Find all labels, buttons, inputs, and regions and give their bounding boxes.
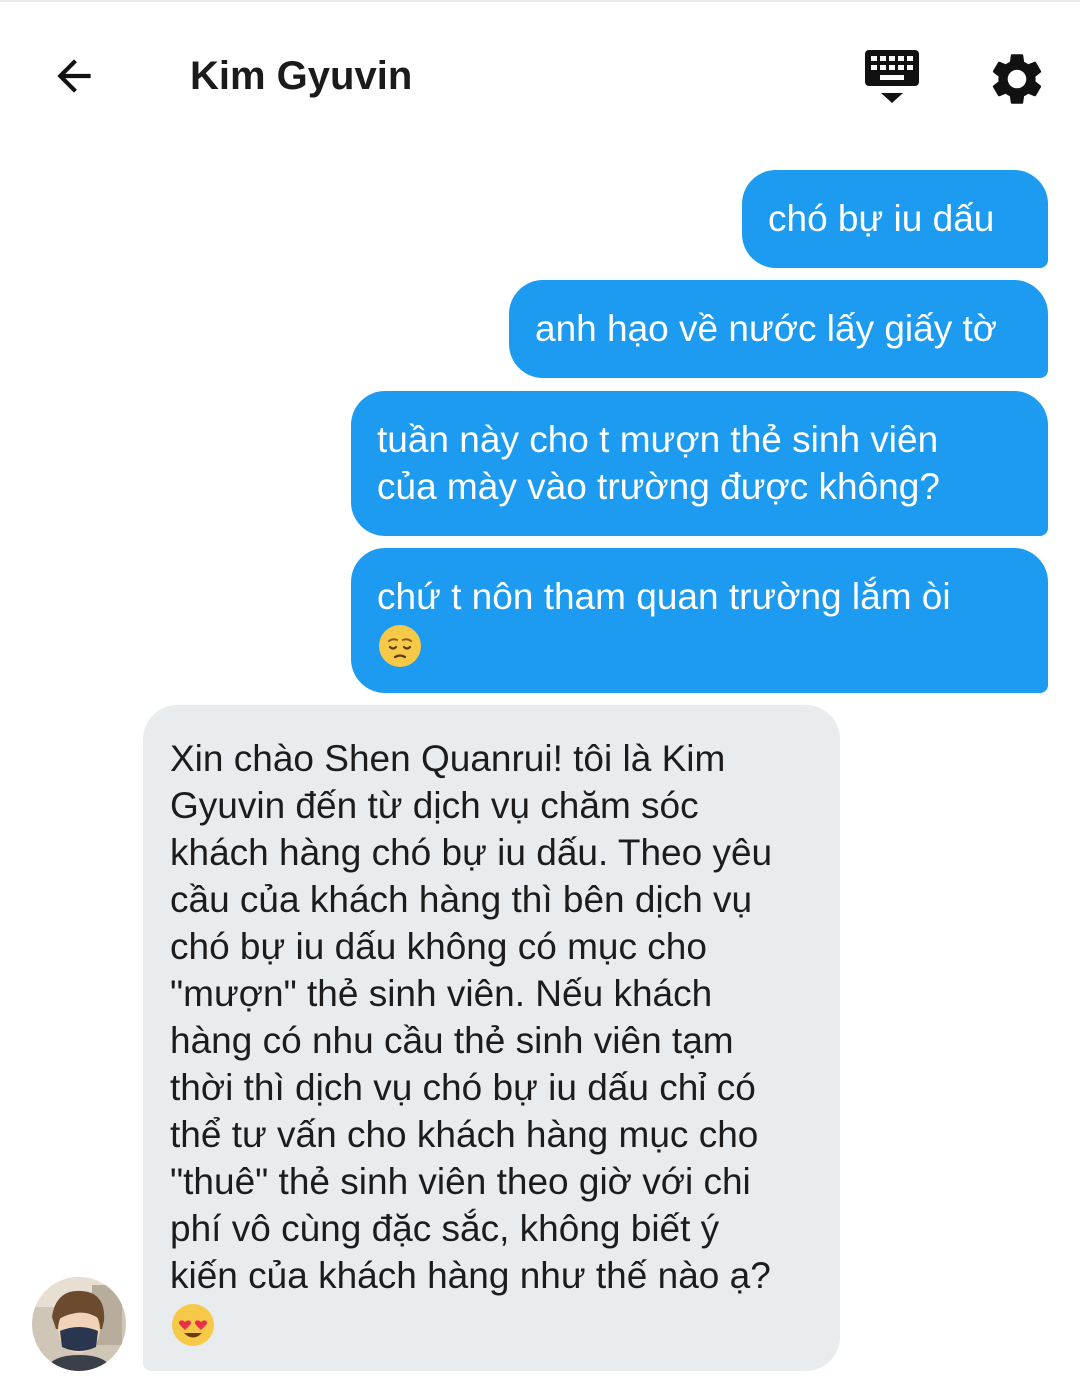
message-text-line: chó bự iu dấu không có mục cho <box>170 926 707 967</box>
avatar[interactable] <box>32 1277 126 1371</box>
message-text-line: của mày vào trường được không? <box>377 466 940 507</box>
settings-button[interactable] <box>986 48 1048 110</box>
keyboard-toggle-button[interactable] <box>858 44 926 110</box>
message-text-line: phí vô cùng đặc sắc, không biết ý <box>170 1208 720 1249</box>
outgoing-message[interactable]: tuần này cho t mượn thẻ sinh viên của mà… <box>351 391 1048 536</box>
message-text: anh hạo về nước lấy giấy tờ <box>535 308 998 349</box>
message-text: chó bự iu dấu <box>768 198 995 239</box>
message-text-line: khách hàng chó bự iu dấu. Theo yêu <box>170 832 773 873</box>
page-title: Kim Gyuvin <box>190 54 413 98</box>
gear-icon <box>992 54 1042 104</box>
keyboard-hide-icon <box>865 50 919 103</box>
outgoing-message[interactable]: anh hạo về nước lấy giấy tờ <box>509 280 1048 378</box>
heart-eyes-emoji <box>172 1304 214 1347</box>
message-text-line: "mượn" thẻ sinh viên. Nếu khách <box>170 973 713 1014</box>
message-text-line: cầu của khách hàng thì bên dịch vụ <box>170 879 753 920</box>
message-text-line: kiến của khách hàng như thế nào ạ? <box>170 1255 771 1296</box>
back-button[interactable] <box>44 46 104 106</box>
conversation-header: Kim Gyuvin <box>0 2 1080 142</box>
pensive-face-emoji <box>379 625 421 668</box>
outgoing-message[interactable]: chó bự iu dấu <box>742 170 1048 268</box>
message-text-line: hàng có nhu cầu thẻ sinh viên tạm <box>170 1020 734 1061</box>
incoming-message[interactable]: Xin chào Shen Quanrui! tôi là Kim Gyuvin… <box>143 705 840 1371</box>
outgoing-message[interactable]: chứ t nôn tham quan trường lắm òi <box>351 548 1048 693</box>
message-text-line: thể tư vấn cho khách hàng mục cho <box>170 1114 759 1155</box>
message-text: chứ t nôn tham quan trường lắm òi <box>377 576 951 617</box>
sender-avatar <box>32 1277 126 1371</box>
message-text-line: Gyuvin đến từ dịch vụ chăm sóc <box>170 785 699 826</box>
arrow-left-icon <box>57 59 91 93</box>
message-text-line: "thuê" thẻ sinh viên theo giờ với chi <box>170 1161 751 1202</box>
message-text-line: tuần này cho t mượn thẻ sinh viên <box>377 419 939 460</box>
message-text-line: Xin chào Shen Quanrui! tôi là Kim <box>170 738 726 779</box>
message-text-line: thời thì dịch vụ chó bự iu dấu chỉ có <box>170 1067 756 1108</box>
